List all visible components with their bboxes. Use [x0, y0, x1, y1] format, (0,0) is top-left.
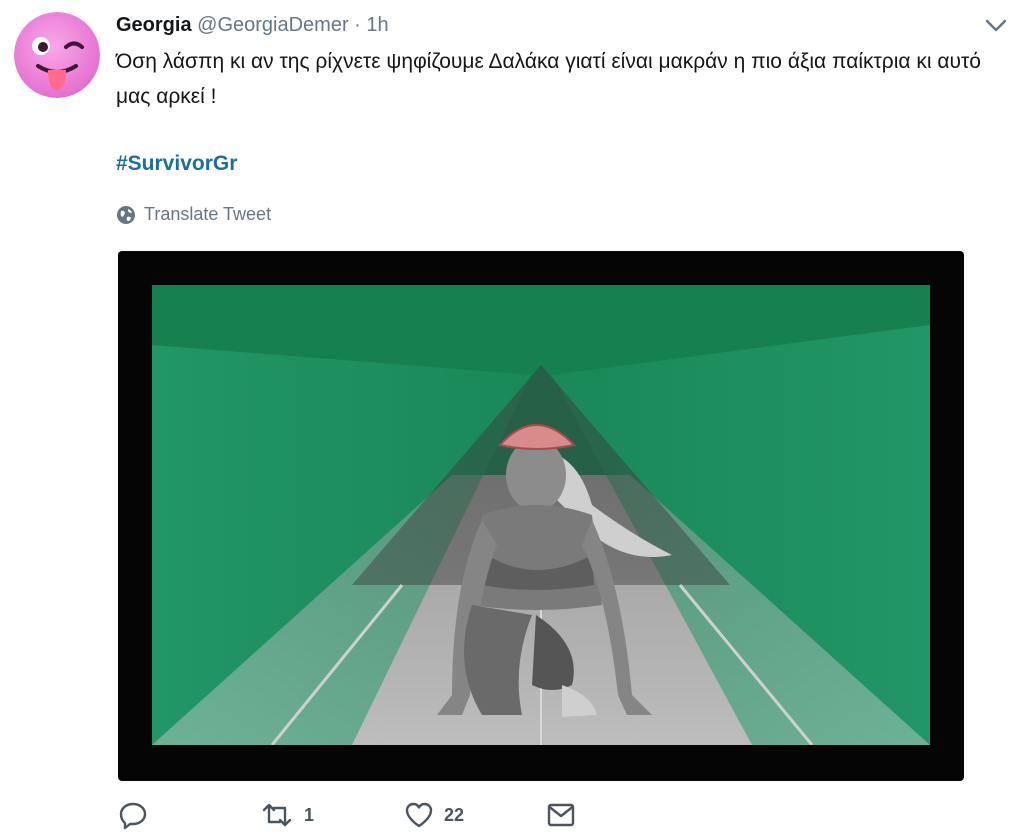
retweet-count: 1	[304, 804, 315, 825]
retweet-button[interactable]: 1	[260, 800, 314, 830]
chevron-down-icon	[985, 19, 1007, 32]
translate-label: Translate Tweet	[144, 204, 272, 224]
more-options-button[interactable]	[983, 16, 1009, 36]
globe-icon	[117, 205, 135, 224]
winking-tongue-emoji-icon	[14, 12, 100, 98]
direct-message-button[interactable]	[546, 800, 576, 830]
like-button[interactable]: 22	[404, 800, 464, 830]
like-count: 22	[444, 804, 465, 825]
tweet-actions: 1 22	[118, 800, 588, 836]
avatar[interactable]	[14, 12, 100, 98]
retweet-icon	[262, 803, 292, 827]
tweet-timestamp[interactable]: 1h	[366, 14, 388, 36]
hashtag-link[interactable]: #SurvivorGr	[116, 152, 237, 176]
reply-button[interactable]	[118, 800, 158, 830]
translate-tweet-link[interactable]: Translate Tweet	[116, 204, 271, 225]
tweet-photo	[152, 285, 930, 745]
heart-icon	[405, 802, 433, 828]
direct-message-icon	[547, 803, 575, 827]
tweet-text: Όση λάσπη κι αν της ρίχνετε ψηφίζουμε Δα…	[116, 50, 981, 108]
display-name[interactable]: Georgia	[116, 14, 192, 36]
athlete-photo-image	[152, 285, 930, 745]
tweet-header: Georgia @GeorgiaDemer · 1h	[116, 12, 389, 38]
tweet-media[interactable]	[118, 251, 964, 781]
user-handle[interactable]: @GeorgiaDemer	[197, 14, 348, 36]
reply-icon	[119, 802, 147, 830]
header-separator: ·	[354, 14, 361, 36]
